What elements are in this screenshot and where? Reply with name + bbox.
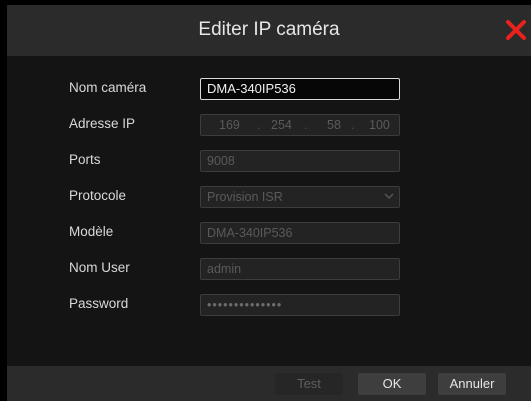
test-button: Test <box>275 373 343 395</box>
dialog-titlebar: Editer IP caméra <box>7 5 531 56</box>
protocol-label: Protocole <box>69 188 127 203</box>
ip-octet-2: 254 <box>271 118 292 132</box>
protocol-value: Provision ISR <box>207 190 283 204</box>
model-label: Modèle <box>69 224 114 239</box>
ip-separator: . <box>304 118 308 132</box>
user-input: admin <box>200 258 400 280</box>
camera-name-label: Nom caméra <box>69 80 147 95</box>
ports-label: Ports <box>69 152 101 167</box>
dialog-title: Editer IP caméra <box>198 19 340 40</box>
close-icon[interactable] <box>505 19 527 41</box>
protocol-select: Provision ISR <box>200 186 400 208</box>
camera-form: Nom caméra DMA-340IP536 Adresse IP 169 .… <box>7 56 531 366</box>
edit-camera-dialog: Editer IP caméra Nom caméra DMA-340IP536… <box>7 5 531 401</box>
ports-input: 9008 <box>200 150 400 172</box>
password-label: Password <box>69 296 129 311</box>
model-input: DMA-340IP536 <box>200 222 400 244</box>
ip-separator: . <box>351 118 355 132</box>
ip-address-label: Adresse IP <box>69 116 136 131</box>
camera-name-input[interactable]: DMA-340IP536 <box>200 78 400 100</box>
password-input[interactable]: •••••••••••••• <box>200 294 400 316</box>
ok-button[interactable]: OK <box>358 373 426 395</box>
chevron-down-icon <box>383 189 395 207</box>
ip-separator: . <box>257 118 261 132</box>
ip-octet-1: 169 <box>219 118 240 132</box>
ip-octet-3: 58 <box>327 118 341 132</box>
ip-address-field: 169 . 254 . 58 . 100 <box>200 114 400 136</box>
ip-octet-4: 100 <box>369 118 390 132</box>
dialog-footer: Test OK Annuler <box>7 366 531 401</box>
cancel-button[interactable]: Annuler <box>438 373 506 395</box>
user-label: Nom User <box>69 260 130 275</box>
